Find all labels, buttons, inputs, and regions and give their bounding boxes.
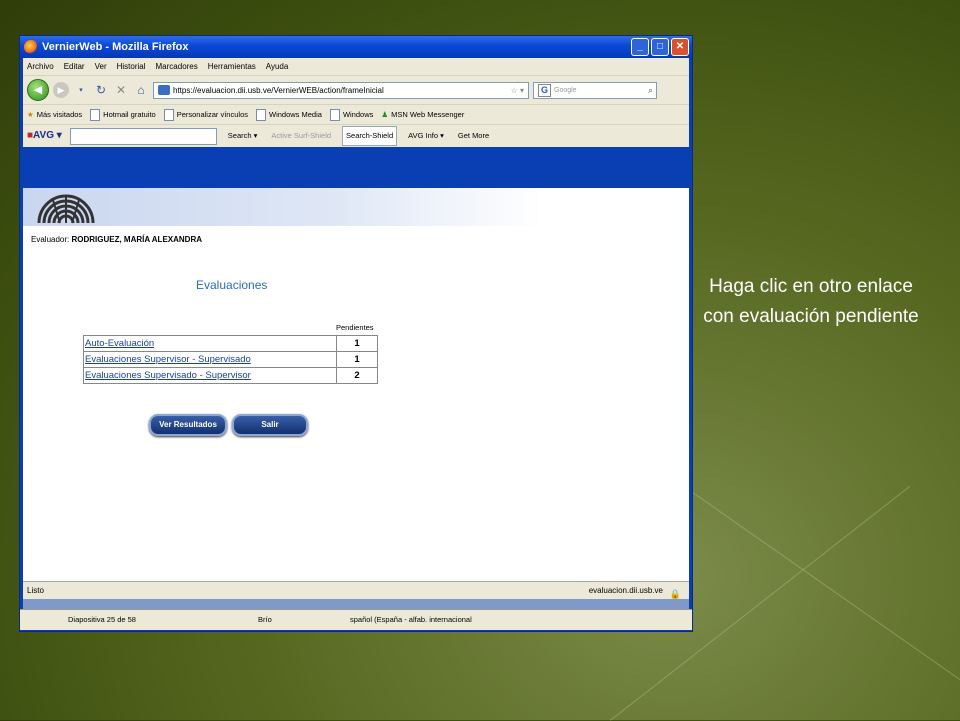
instruction-caption: Haga clic en otro enlace con evaluación … — [703, 276, 919, 327]
theme-name: Brío — [258, 615, 272, 624]
slide-indicator: Diapositiva 25 de 58 — [68, 615, 136, 624]
bookmark-item[interactable]: Personalizar vínculos — [163, 105, 248, 124]
avg-toolbar: ■AVG ▾ Search ▾ Active Surf-Shield Searc… — [23, 124, 689, 147]
status-bar: Listo evaluacion.dii.usb.ve 🔒 — [23, 581, 689, 600]
reload-icon[interactable]: ↻ — [93, 83, 109, 97]
browser-window: VernierWeb - Mozilla Firefox _ □ ✕ Archi… — [19, 35, 693, 632]
menu-herramientas[interactable]: Herramientas — [208, 58, 256, 75]
university-logo — [37, 194, 95, 224]
active-surf-shield-button[interactable]: Active Surf-Shield — [268, 125, 334, 147]
bookmark-item[interactable]: Windows — [329, 105, 374, 124]
bookmark-item[interactable]: ♟ MSN Web Messenger — [381, 105, 464, 124]
pending-count: 1 — [336, 351, 378, 368]
back-icon[interactable]: ◀ — [27, 79, 49, 101]
google-icon[interactable]: G — [538, 83, 551, 97]
status-domain: evaluacion.dii.usb.ve — [588, 586, 663, 595]
avg-search-field[interactable] — [69, 127, 217, 145]
auto-evaluacion-link[interactable]: Auto-Evaluación — [83, 335, 337, 352]
bookmark-star-icon[interactable]: ☆ ▾ — [511, 82, 524, 99]
search-icon[interactable]: ⌕ — [648, 82, 653, 99]
avg-info-label: AVG Info — [408, 131, 439, 140]
page-title: Evaluaciones — [196, 278, 268, 292]
supervisado-supervisor-link[interactable]: Evaluaciones Supervisado - Supervisor — [83, 367, 337, 384]
supervisor-supervisado-link[interactable]: Evaluaciones Supervisor - Supervisado — [83, 351, 337, 368]
bookmark-icon: ★ — [27, 110, 34, 119]
page-icon — [163, 108, 174, 121]
page-content: Evaluador: RODRIGUEZ, MARÍA ALEXANDRA Ev… — [23, 188, 689, 581]
bookmarks-bar: ★ Más visitados Hotmail gratuito Personal… — [23, 104, 689, 124]
firefox-icon — [24, 40, 38, 54]
decorative-line — [689, 490, 960, 681]
search-shield-button[interactable]: Search-Shield — [342, 126, 398, 146]
navigation-bar: ◀ ▶ ▾ ↻ ✕ ⌂ https://evaluacion.dii.usb.v… — [23, 75, 689, 104]
table-row: Evaluaciones Supervisado - Supervisor 2 — [83, 367, 378, 384]
title-bar: VernierWeb - Mozilla Firefox _ □ ✕ — [20, 36, 692, 58]
evaluator-label: Evaluador: — [31, 235, 70, 244]
ver-resultados-button[interactable]: Ver Resultados — [149, 414, 227, 436]
pending-count: 1 — [336, 335, 378, 352]
menu-historial[interactable]: Historial — [117, 58, 146, 75]
evaluator-line: Evaluador: RODRIGUEZ, MARÍA ALEXANDRA — [31, 235, 202, 244]
maximize-button[interactable]: □ — [651, 38, 669, 56]
site-identity-icon[interactable] — [158, 85, 170, 95]
powerpoint-status-bar: Diapositiva 25 de 58 Brío spañol (España… — [20, 609, 692, 630]
page-icon — [329, 108, 340, 121]
address-bar[interactable]: https://evaluacion.dii.usb.ve/VernierWEB… — [153, 81, 529, 99]
bookmark-label: Personalizar vínculos — [176, 110, 248, 119]
page-icon — [256, 108, 266, 121]
table-row: Evaluaciones Supervisor - Supervisado 1 — [83, 351, 378, 368]
menu-ayuda[interactable]: Ayuda — [266, 58, 289, 75]
address-url: https://evaluacion.dii.usb.ve/VernierWEB… — [173, 85, 384, 95]
salir-button[interactable]: Salir — [232, 414, 308, 436]
bookmark-label: Hotmail gratuito — [103, 110, 156, 119]
menu-archivo[interactable]: Archivo — [27, 58, 54, 75]
evaluations-table: Auto-Evaluación 1 Evaluaciones Superviso… — [83, 335, 378, 384]
status-text: Listo — [27, 586, 44, 595]
bookmark-item[interactable]: Windows Media — [256, 105, 322, 124]
page-icon — [90, 108, 101, 121]
history-dropdown-icon[interactable]: ▾ — [73, 86, 89, 94]
pending-count: 2 — [336, 367, 378, 384]
avg-logo-text: AVG — [33, 130, 54, 141]
bookmark-label: Más visitados — [36, 110, 83, 119]
menu-ver[interactable]: Ver — [95, 58, 107, 75]
avg-search-label: Search — [227, 131, 252, 140]
avg-logo[interactable]: ■AVG ▾ — [27, 125, 62, 147]
stop-icon[interactable]: ✕ — [113, 83, 129, 97]
menu-bar: Archivo Editar Ver Historial Marcadores … — [23, 58, 689, 75]
minimize-button[interactable]: _ — [631, 38, 649, 56]
get-more-button[interactable]: Get More — [455, 125, 492, 147]
bookmark-label: Windows — [342, 110, 374, 119]
menu-marcadores[interactable]: Marcadores — [156, 58, 198, 75]
header-banner — [23, 188, 543, 226]
language-indicator: spañol (España - alfab. internacional — [350, 615, 472, 624]
forward-icon[interactable]: ▶ — [53, 82, 69, 98]
menu-editar[interactable]: Editar — [64, 58, 85, 75]
bookmark-label: MSN Web Messenger — [391, 110, 465, 119]
close-button[interactable]: ✕ — [671, 38, 689, 56]
avg-search-button[interactable]: Search ▾ — [225, 125, 261, 147]
pending-column-header: Pendientes — [336, 323, 374, 332]
search-box[interactable]: G Google ⌕ — [533, 81, 657, 99]
bookmark-item[interactable]: Hotmail gratuito — [90, 105, 156, 124]
search-placeholder: Google — [554, 86, 577, 94]
messenger-icon: ♟ — [381, 110, 389, 119]
evaluator-name: RODRIGUEZ, MARÍA ALEXANDRA — [71, 235, 202, 244]
bookmark-item[interactable]: ★ Más visitados — [27, 105, 82, 124]
window-title: VernierWeb - Mozilla Firefox — [42, 41, 189, 53]
avg-info-button[interactable]: AVG Info ▾ — [405, 125, 447, 147]
bookmark-label: Windows Media — [269, 110, 322, 119]
taskbar-strip — [23, 599, 689, 609]
home-icon[interactable]: ⌂ — [133, 83, 149, 97]
table-row: Auto-Evaluación 1 — [83, 335, 378, 352]
